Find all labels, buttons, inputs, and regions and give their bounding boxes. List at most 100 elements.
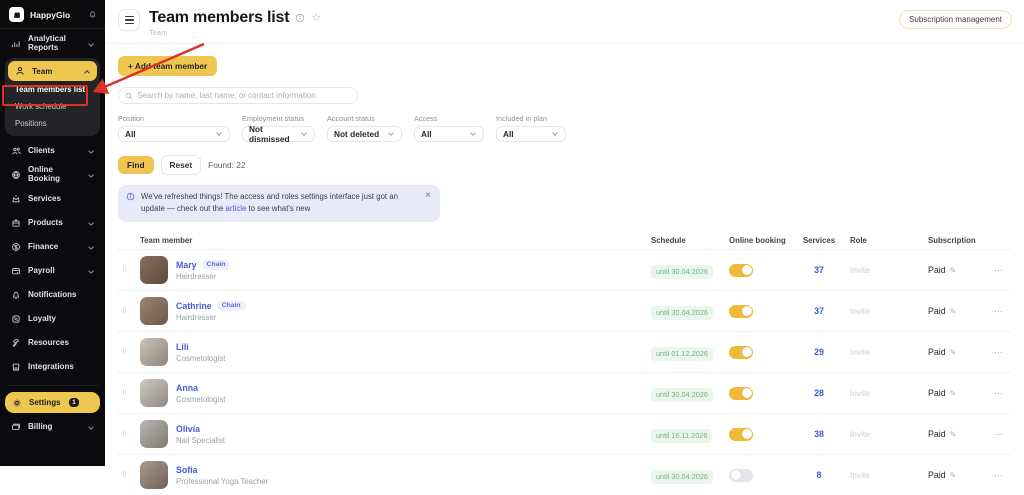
edit-pencil-icon[interactable]: ✎ [950, 389, 957, 398]
row-menu-icon[interactable]: ⋯ [988, 347, 1010, 358]
member-name-link[interactable]: Lili [176, 342, 189, 352]
sidebar-item-positions[interactable]: Positions [8, 115, 97, 132]
role-invite-link[interactable]: Invite [843, 347, 923, 357]
app-logo[interactable] [9, 7, 24, 22]
member-name-link[interactable]: Mary [176, 260, 197, 270]
filter-select[interactable]: Not deleted [327, 126, 402, 142]
filter-label: Account status [327, 114, 402, 123]
reset-button[interactable]: Reset [161, 155, 202, 175]
services-count-link[interactable]: 37 [795, 265, 843, 275]
online-booking-toggle[interactable] [729, 428, 753, 441]
edit-pencil-icon[interactable]: ✎ [950, 266, 957, 275]
notifications-bell-icon[interactable] [88, 10, 97, 19]
row-menu-icon[interactable]: ⋯ [988, 388, 1010, 399]
subscription-management-button[interactable]: Subscription management [899, 10, 1012, 29]
services-count-link[interactable]: 29 [795, 347, 843, 357]
drag-handle-icon[interactable]: ⠿ [118, 471, 136, 479]
sidebar-item-team[interactable]: Team [8, 61, 97, 81]
chevron-down-icon [301, 130, 307, 136]
filter-select[interactable]: All [414, 126, 484, 142]
sidebar-item-payroll[interactable]: Payroll [5, 259, 100, 283]
sidebar-item-team-members-list[interactable]: Team members list [8, 81, 97, 98]
drag-handle-icon[interactable]: ⠿ [118, 266, 136, 274]
found-count: Found: 22 [208, 160, 245, 170]
filter-select[interactable]: All [118, 126, 230, 142]
sidebar-item-analytical-reports[interactable]: Analytical Reports [5, 32, 100, 56]
favorite-star-icon[interactable]: ☆ [311, 13, 321, 24]
info-icon[interactable] [295, 13, 305, 23]
find-button[interactable]: Find [118, 156, 154, 174]
services-count-link[interactable]: 38 [795, 429, 843, 439]
online-booking-toggle[interactable] [729, 387, 753, 400]
role-invite-link[interactable]: Invite [843, 306, 923, 316]
drag-handle-icon[interactable]: ⠿ [118, 430, 136, 438]
sidebar-item-label: Settings [29, 398, 61, 407]
filter-select[interactable]: All [496, 126, 566, 142]
add-team-member-button[interactable]: + Add team member [118, 56, 217, 76]
member-name-link[interactable]: Sofia [176, 465, 198, 475]
chevron-down-icon [388, 130, 394, 136]
avatar [140, 256, 168, 284]
online-booking-toggle[interactable] [729, 469, 753, 482]
filter-select[interactable]: Not dismissed [242, 126, 315, 142]
avatar [140, 338, 168, 366]
edit-pencil-icon[interactable]: ✎ [950, 471, 957, 480]
sidebar-subitem-label: Work schedule [15, 102, 66, 111]
member-cell: Anna Cosmetologist [136, 379, 646, 407]
menu-toggle-button[interactable] [118, 9, 140, 31]
sidebar-item-clients[interactable]: Clients [5, 139, 100, 163]
sidebar-item-integrations[interactable]: Integrations [5, 355, 100, 379]
member-cell: Sofia Professional Yoga Teacher [136, 461, 646, 489]
member-name-link[interactable]: Cathrine [176, 301, 212, 311]
drag-handle-icon[interactable]: ⠿ [118, 307, 136, 315]
filter-value: All [125, 129, 136, 139]
schedule-badge[interactable]: until 01.12.2026 [651, 347, 713, 361]
role-invite-link[interactable]: Invite [843, 429, 923, 439]
schedule-badge[interactable]: until 30.04.2026 [651, 306, 713, 320]
sidebar-item-notifications[interactable]: Notifications [5, 283, 100, 307]
sidebar-item-label: Integrations [28, 363, 95, 372]
banner-close-icon[interactable]: × [425, 191, 431, 201]
row-menu-icon[interactable]: ⋯ [988, 429, 1010, 440]
services-count-link[interactable]: 28 [795, 388, 843, 398]
sidebar-item-services[interactable]: Services [5, 187, 100, 211]
sidebar-item-label: Online Booking [28, 166, 83, 184]
sidebar-item-resources[interactable]: Resources [5, 331, 100, 355]
edit-pencil-icon[interactable]: ✎ [950, 430, 957, 439]
sidebar-item-products[interactable]: Products [5, 211, 100, 235]
role-invite-link[interactable]: Invite [843, 265, 923, 275]
schedule-badge[interactable]: until 30.04.2026 [651, 265, 713, 279]
member-name-link[interactable]: Olivia [176, 424, 200, 434]
sidebar-item-online-booking[interactable]: Online Booking [5, 163, 100, 187]
services-count-link[interactable]: 8 [795, 470, 843, 480]
sidebar-item-billing[interactable]: Billing [5, 415, 100, 439]
row-menu-icon[interactable]: ⋯ [988, 306, 1010, 317]
drag-handle-icon[interactable]: ⠿ [118, 389, 136, 397]
row-menu-icon[interactable]: ⋯ [988, 265, 1010, 276]
avatar [140, 297, 168, 325]
sidebar-item-label: Analytical Reports [28, 35, 83, 53]
sidebar-item-finance[interactable]: Finance [5, 235, 100, 259]
role-invite-link[interactable]: Invite [843, 470, 923, 480]
search-box[interactable] [118, 87, 358, 104]
filter-value: Not dismissed [249, 124, 302, 144]
online-booking-toggle[interactable] [729, 346, 753, 359]
search-input[interactable] [137, 91, 351, 100]
sidebar-item-loyalty[interactable]: Loyalty [5, 307, 100, 331]
edit-pencil-icon[interactable]: ✎ [950, 307, 957, 316]
sidebar-item-label: Loyalty [28, 315, 95, 324]
drag-handle-icon[interactable]: ⠿ [118, 348, 136, 356]
role-invite-link[interactable]: Invite [843, 388, 923, 398]
sidebar-item-work-schedule[interactable]: Work schedule [8, 98, 97, 115]
edit-pencil-icon[interactable]: ✎ [950, 348, 957, 357]
schedule-badge[interactable]: until 30.04.2026 [651, 470, 713, 484]
article-link[interactable]: article [226, 204, 247, 213]
schedule-badge[interactable]: until 16.11.2026 [651, 429, 712, 443]
schedule-badge[interactable]: until 30.04.2026 [651, 388, 713, 402]
services-count-link[interactable]: 37 [795, 306, 843, 316]
online-booking-toggle[interactable] [729, 264, 753, 277]
sidebar-item-settings[interactable]: Settings 1 [5, 392, 100, 413]
row-menu-icon[interactable]: ⋯ [988, 470, 1010, 481]
online-booking-toggle[interactable] [729, 305, 753, 318]
member-name-link[interactable]: Anna [176, 383, 198, 393]
